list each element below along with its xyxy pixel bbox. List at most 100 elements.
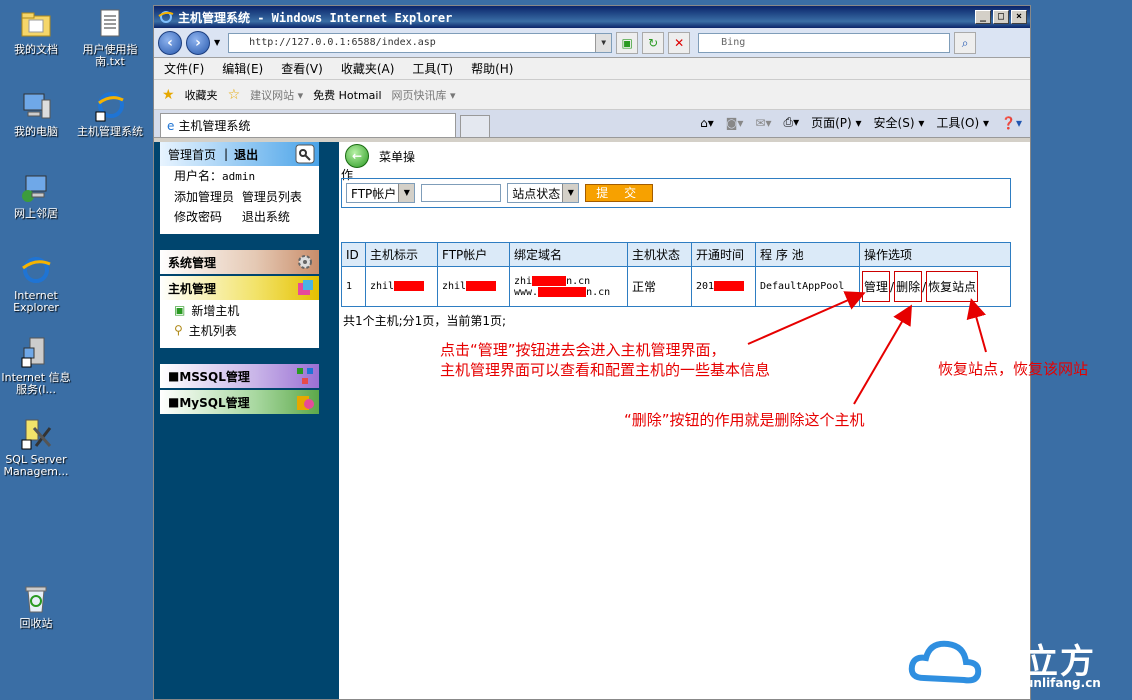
web-slice-gallery-link[interactable]: 网页快讯库 ▾ — [392, 87, 456, 103]
cell-status: 正常 — [627, 266, 692, 307]
exit-system-link[interactable]: 退出系统 — [242, 210, 290, 224]
desktop-icon-label: 用户使用指南.txt — [82, 43, 138, 68]
manage-button[interactable]: 管理 — [862, 271, 891, 302]
tab-host-manager[interactable]: e 主机管理系统 — [160, 113, 456, 137]
column-actions: 操作选项 — [859, 242, 1011, 267]
status-select[interactable]: 站点状态 ▼ — [507, 183, 580, 203]
desktop-icon-sql-server[interactable]: SQL Server Managem... — [0, 418, 72, 478]
home-icon[interactable]: ⌂▾ — [700, 116, 714, 130]
desktop-icon-label: 网上邻居 — [14, 207, 58, 220]
pagination-summary: 共1个主机;分1页，当前第1页; — [343, 314, 506, 328]
key-icon — [295, 144, 315, 164]
stop-button[interactable]: ✕ — [668, 31, 691, 54]
desktop-icon-label: SQL Server Managem... — [3, 453, 69, 478]
change-password-link[interactable]: 修改密码 — [174, 210, 222, 224]
database-chart-icon — [295, 392, 315, 412]
safety-menu[interactable]: 安全(S) ▾ — [874, 114, 925, 131]
delete-button[interactable]: 删除 — [894, 271, 923, 302]
desktop-icon-label: 我的电脑 — [14, 125, 58, 138]
menu-favorites[interactable]: 收藏夹(A) — [341, 60, 395, 77]
submit-button[interactable]: 提 交 — [585, 184, 654, 202]
search-icon[interactable]: ⌕ — [954, 31, 977, 54]
text-file-icon — [94, 8, 126, 40]
home-link[interactable]: 管理首页 — [168, 146, 216, 163]
forward-button[interactable]: › — [186, 30, 210, 55]
help-icon[interactable]: ❓▾ — [1001, 116, 1022, 130]
logout-link[interactable]: 退出 — [234, 146, 258, 163]
cell-app-pool: DefaultAppPool — [755, 266, 860, 307]
desktop-icon-my-computer[interactable]: 我的电脑 — [0, 90, 72, 138]
compatibility-view-button[interactable]: ▣ — [616, 31, 639, 54]
search-input[interactable]: Bing — [698, 32, 951, 53]
desktop-icon-label: 主机管理系统 — [77, 125, 143, 138]
favorites-star-icon: ★ — [162, 86, 175, 103]
computer-icon — [20, 90, 52, 122]
magnifier-icon: ⚲ — [174, 323, 183, 337]
sidebar-item-new-host[interactable]: ▣ 新增主机 — [160, 300, 319, 320]
window-title: 主机管理系统 - Windows Internet Explorer — [178, 10, 453, 25]
maximize-button[interactable]: □ — [993, 10, 1009, 24]
tools-menu[interactable]: 工具(O) ▾ — [936, 114, 989, 131]
favorites-bar: ★ 收藏夹 ☆ 建议网站 ▾ 免费 Hotmail 网页快讯库 ▾ — [154, 80, 1030, 110]
cloud-logo-icon: 3 — [908, 633, 982, 684]
minimize-button[interactable]: _ — [975, 10, 991, 24]
mssql-management-section[interactable]: ■ MSSQL管理 — [160, 364, 319, 388]
iis-server-icon — [20, 336, 52, 368]
menu-view[interactable]: 查看(V) — [281, 60, 323, 77]
svg-text:3: 3 — [972, 633, 980, 647]
desktop-icon-my-documents[interactable]: 我的文档 — [0, 8, 72, 56]
network-icon — [20, 172, 52, 204]
add-favorite-icon[interactable]: ☆ — [228, 87, 241, 103]
history-dropdown-icon[interactable]: ▼ — [214, 38, 220, 47]
back-button[interactable]: ‹ — [158, 30, 182, 55]
menu-edit[interactable]: 编辑(E) — [222, 60, 263, 77]
gear-icon — [295, 252, 315, 272]
new-document-icon: ▣ — [174, 303, 186, 317]
print-icon[interactable]: ⎙▾ — [783, 115, 799, 130]
menu-help[interactable]: 帮助(H) — [471, 60, 513, 77]
add-admin-link[interactable]: 添加管理员 — [174, 190, 234, 204]
refresh-button[interactable]: ↻ — [642, 31, 665, 54]
menu-tools[interactable]: 工具(T) — [412, 60, 453, 77]
menu-bar: 文件(F) 编辑(E) 查看(V) 收藏夹(A) 工具(T) 帮助(H) — [154, 58, 1030, 80]
page-favicon-icon: e — [167, 118, 175, 133]
desktop-icon-iis[interactable]: Internet 信息服务(I... — [0, 336, 72, 396]
desktop-icon-user-guide[interactable]: 用户使用指南.txt — [74, 8, 146, 68]
menu-file[interactable]: 文件(F) — [164, 60, 204, 77]
redaction-mark — [538, 286, 587, 297]
address-toolbar: ‹ › ▼ http://127.0.0.1:6588/index.asp ▼ … — [154, 28, 1030, 58]
table-header-row: ID 主机标示 FTP帐户 绑定域名 主机状态 开通时间 程 序 池 操作选项 — [341, 242, 1011, 267]
system-management-section[interactable]: 系统管理 — [160, 250, 319, 274]
network-nodes-icon — [295, 366, 315, 386]
sidebar-item-host-list[interactable]: ⚲ 主机列表 — [160, 320, 319, 340]
suggested-sites-link[interactable]: 建议网站 ▾ — [250, 87, 303, 103]
desktop-icon-host-manager[interactable]: 主机管理系统 — [74, 90, 146, 138]
favorites-button[interactable]: 收藏夹 — [185, 87, 218, 103]
close-button[interactable]: × — [1011, 10, 1027, 24]
username-label: 用户名： — [174, 169, 223, 183]
watermark-url: www.yunlifang.cn — [980, 676, 1101, 690]
restore-site-button[interactable]: 恢复站点 — [926, 271, 979, 302]
field-select[interactable]: FTP帐户 ▼ — [346, 183, 416, 203]
host-management-section: 主机管理 ▣ 新增主机 ⚲ 主机列表 — [160, 276, 319, 348]
mysql-management-section[interactable]: ■ MySQL管理 — [160, 390, 319, 414]
admin-list-link[interactable]: 管理员列表 — [242, 190, 302, 204]
address-dropdown-icon[interactable]: ▼ — [595, 33, 612, 52]
address-field[interactable]: http://127.0.0.1:6588/index.asp ▼ — [228, 32, 613, 53]
tab-bar: e 主机管理系统 ⌂▾ ◙▾ ✉▾ ⎙▾ 页面(P) ▾ 安全(S) ▾ 工具(… — [154, 110, 1030, 138]
feeds-icon[interactable]: ◙▾ — [726, 116, 744, 130]
hotmail-link[interactable]: 免费 Hotmail — [313, 87, 381, 103]
annotation-restore: 恢复站点，恢复该网站 — [938, 360, 1089, 378]
desktop-icon-network[interactable]: 网上邻居 — [0, 172, 72, 220]
search-filter-bar: FTP帐户 ▼ 站点状态 ▼ 提 交 — [341, 178, 1011, 208]
page-menu[interactable]: 页面(P) ▾ — [811, 114, 861, 131]
mysql-bullet: ■ — [168, 395, 180, 409]
annotation-delete: “删除”按钮的作用就是删除这个主机 — [624, 411, 865, 429]
keyword-input[interactable] — [421, 184, 502, 202]
desktop-icon-recycle-bin[interactable]: 回收站 — [0, 582, 72, 630]
desktop-icon-internet-explorer[interactable]: Internet Explorer — [0, 254, 72, 314]
desktop-icon-label: 我的文档 — [14, 43, 58, 56]
back-arrow-icon[interactable]: ← — [345, 144, 369, 168]
mail-icon[interactable]: ✉▾ — [755, 116, 771, 130]
new-tab-button[interactable] — [460, 115, 490, 137]
